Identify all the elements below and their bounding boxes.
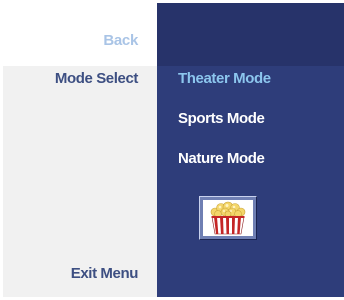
menu-item-nature-mode[interactable]: Nature Mode: [178, 150, 265, 167]
osd-menu: Back Mode Select Exit Menu Theater Mode …: [0, 0, 344, 300]
back-button[interactable]: Back: [103, 32, 138, 49]
mode-icon-frame: [199, 196, 257, 240]
mode-select-label: Mode Select: [54, 70, 139, 87]
left-label-column: Back Mode Select Exit Menu: [3, 3, 157, 297]
panel-header: [157, 3, 344, 66]
popcorn-icon: [203, 200, 253, 236]
popcorn-icon-graphic: [210, 201, 246, 235]
back-cell[interactable]: Back: [3, 3, 157, 66]
mode-options-panel: Theater Mode Sports Mode Nature Mode: [157, 3, 344, 297]
menu-item-theater-mode[interactable]: Theater Mode: [178, 70, 271, 87]
exit-menu-button[interactable]: Exit Menu: [71, 265, 139, 282]
menu-item-sports-mode[interactable]: Sports Mode: [178, 110, 265, 127]
